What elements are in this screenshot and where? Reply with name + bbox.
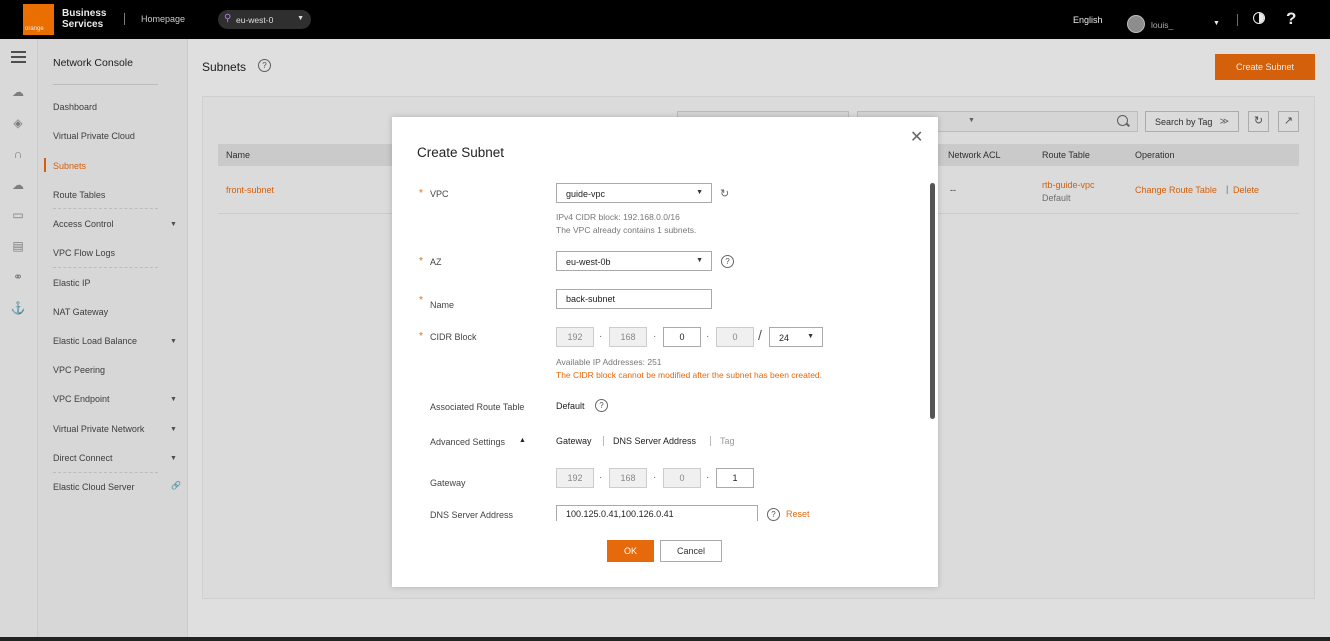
dot-separator: ·	[653, 472, 657, 483]
dot-separator: ·	[706, 472, 710, 483]
az-value: eu-west-0b	[566, 257, 611, 267]
dot-separator: ·	[599, 331, 603, 342]
vpc-value: guide-vpc	[566, 189, 606, 199]
gateway-octet-1: 192	[556, 468, 594, 488]
slash-separator: /	[758, 327, 762, 343]
mask-value: 24	[779, 333, 790, 343]
help-icon[interactable]: ?	[721, 255, 734, 268]
name-input[interactable]: back-subnet	[556, 289, 712, 309]
required-marker: *	[419, 295, 423, 306]
divider	[603, 436, 604, 446]
taskbar-strip	[0, 637, 1330, 641]
chevron-down-icon: ▼	[807, 333, 814, 340]
tab-tag[interactable]: Tag	[720, 436, 735, 446]
az-select[interactable]: eu-west-0b ▼	[556, 251, 712, 271]
refresh-icon[interactable]: ↻	[720, 187, 729, 200]
required-marker: *	[419, 331, 423, 342]
chevron-down-icon: ▼	[696, 257, 703, 264]
dns-input[interactable]: 100.125.0.41,100.126.0.41	[556, 505, 758, 521]
cancel-button[interactable]: Cancel	[660, 540, 722, 562]
cidr-mask-select[interactable]: 24 ▼	[769, 327, 823, 347]
dns-reset-link[interactable]: Reset	[786, 509, 810, 519]
dot-separator: ·	[653, 331, 657, 342]
route-table-label: Associated Route Table	[430, 402, 525, 412]
help-icon[interactable]: ?	[595, 399, 608, 412]
tab-gateway[interactable]: Gateway	[556, 436, 592, 446]
vpc-select[interactable]: guide-vpc ▼	[556, 183, 712, 203]
gateway-octet-4[interactable]: 1	[716, 468, 754, 488]
dot-separator: ·	[599, 472, 603, 483]
dot-separator: ·	[706, 331, 710, 342]
az-label: AZ	[430, 257, 442, 267]
vpc-subnet-count-hint: The VPC already contains 1 subnets.	[556, 225, 697, 235]
required-marker: *	[419, 256, 423, 267]
cidr-octet-3[interactable]: 0	[663, 327, 701, 347]
cidr-octet-1: 192	[556, 327, 594, 347]
gateway-label: Gateway	[430, 478, 466, 488]
gateway-octet-3: 0	[663, 468, 701, 488]
cidr-label: CIDR Block	[430, 332, 477, 342]
vpc-cidr-hint: IPv4 CIDR block: 192.168.0.0/16	[556, 212, 680, 222]
chevron-down-icon: ▼	[696, 189, 703, 196]
available-ip-hint: Available IP Addresses: 251	[556, 357, 662, 367]
required-marker: *	[419, 188, 423, 199]
close-icon[interactable]: ✕	[910, 127, 923, 147]
vpc-label: VPC	[430, 189, 449, 199]
create-subnet-dialog: Create Subnet ✕ * VPC guide-vpc ▼ ↻ IPv4…	[392, 117, 938, 587]
scrollbar[interactable]	[930, 183, 935, 419]
cidr-octet-2: 168	[609, 327, 647, 347]
divider	[710, 436, 711, 446]
advanced-settings-toggle[interactable]: Advanced Settings	[430, 437, 505, 447]
cidr-warning: The CIDR block cannot be modified after …	[556, 370, 823, 380]
tab-dns-server-address[interactable]: DNS Server Address	[613, 436, 696, 446]
name-label: Name	[430, 300, 455, 310]
ok-button[interactable]: OK	[607, 540, 654, 562]
gateway-octet-2: 168	[609, 468, 647, 488]
route-table-value: Default	[556, 401, 585, 411]
help-icon[interactable]: ?	[767, 508, 780, 521]
dns-label: DNS Server Address	[430, 510, 514, 520]
dialog-title: Create Subnet	[417, 145, 505, 160]
cidr-octet-4: 0	[716, 327, 754, 347]
chevron-up-icon[interactable]: ▲	[519, 437, 526, 444]
